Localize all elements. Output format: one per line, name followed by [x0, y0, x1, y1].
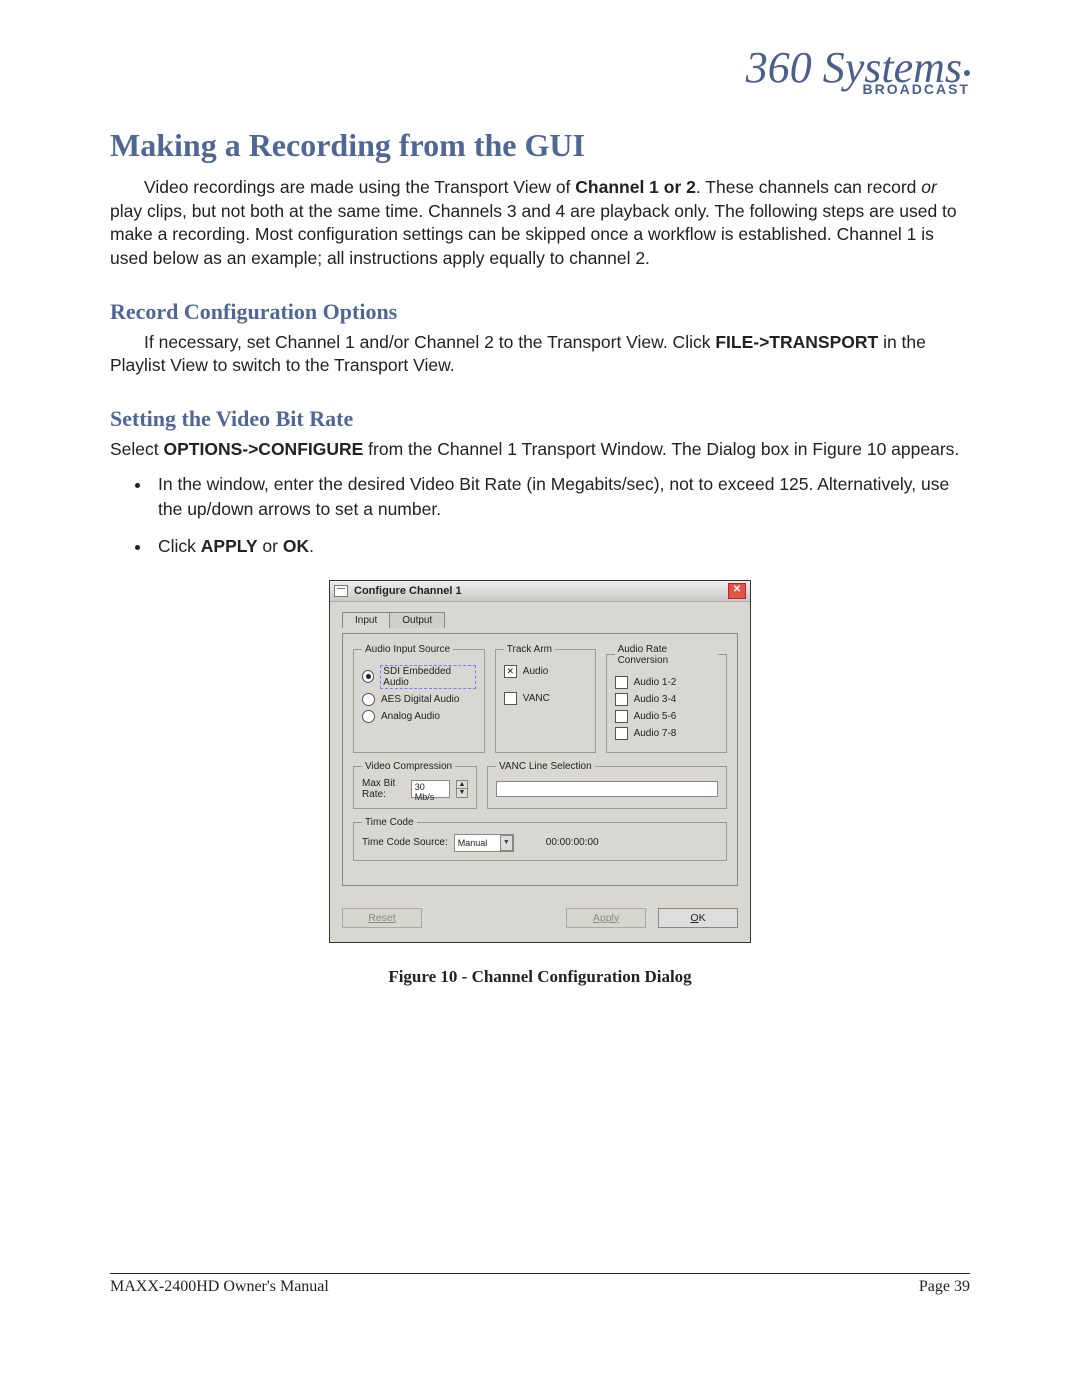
bitrate-spinner[interactable]: ▲ ▼ — [456, 780, 468, 798]
page-title: Making a Recording from the GUI — [110, 127, 970, 164]
group-audio-rate-conversion: Audio Rate Conversion Audio 1-2 Audio 3-… — [606, 644, 727, 753]
timecode-source-dropdown[interactable]: Manual ▼ — [454, 834, 514, 852]
document-page: 360 Systems BROADCAST Making a Recording… — [0, 0, 1080, 1330]
radio-aes-digital[interactable]: AES Digital Audio — [362, 693, 476, 706]
dialog-button-bar: Reset Apply OK — [330, 894, 750, 942]
footer-left: MAXX-2400HD Owner's Manual — [110, 1278, 329, 1296]
close-icon[interactable]: ✕ — [728, 583, 746, 599]
timecode-display: 00:00:00:00 — [546, 837, 599, 848]
bitrate-paragraph: Select OPTIONS->CONFIGURE from the Chann… — [110, 438, 970, 462]
section-bitrate: Setting the Video Bit Rate — [110, 406, 970, 432]
checkbox-icon — [504, 665, 517, 678]
group-track-arm: Track Arm Audio VANC — [495, 644, 596, 753]
timecode-label: Time Code Source: — [362, 837, 448, 848]
radio-dot-icon — [362, 670, 374, 683]
group-video-compression: Video Compression Max Bit Rate: 30 Mb/s … — [353, 761, 477, 809]
bullet-2: Click APPLY or OK. — [152, 534, 970, 559]
logo-script: 360 Systems — [110, 50, 970, 85]
checkbox-icon — [615, 693, 628, 706]
bitrate-input[interactable]: 30 Mb/s — [411, 780, 450, 798]
figure-caption: Figure 10 - Channel Configuration Dialog — [110, 967, 970, 987]
timecode-row: Time Code Source: Manual ▼ 00:00:00:00 — [362, 834, 718, 852]
checkbox-icon — [615, 710, 628, 723]
checkbox-icon — [615, 727, 628, 740]
radio-dot-icon — [362, 710, 375, 723]
group-time-code: Time Code Time Code Source: Manual ▼ 00:… — [353, 817, 727, 861]
radio-dot-icon — [362, 693, 375, 706]
bitrate-row: Max Bit Rate: 30 Mb/s ▲ ▼ — [362, 778, 468, 800]
check-audio-1-2[interactable]: Audio 1-2 — [615, 676, 718, 689]
page-footer: MAXX-2400HD Owner's Manual Page 39 — [110, 1273, 970, 1296]
spinner-down-icon[interactable]: ▼ — [457, 789, 467, 797]
chevron-down-icon: ▼ — [500, 835, 513, 851]
brand-logo: 360 Systems BROADCAST — [110, 50, 970, 97]
configure-channel-dialog: Configure Channel 1 ✕ Input Output Audio… — [329, 580, 751, 943]
intro-paragraph: Video recordings are made using the Tran… — [110, 176, 970, 271]
dialog-titlebar[interactable]: Configure Channel 1 ✕ — [330, 581, 750, 602]
bitrate-label: Max Bit Rate: — [362, 778, 405, 800]
tab-input[interactable]: Input — [342, 612, 390, 628]
checkbox-icon — [504, 692, 517, 705]
radio-analog-audio[interactable]: Analog Audio — [362, 710, 476, 723]
group-vanc-line-selection: VANC Line Selection — [487, 761, 727, 809]
check-vanc[interactable]: VANC — [504, 692, 587, 705]
reset-button[interactable]: Reset — [342, 908, 422, 928]
tab-panel-input: Audio Input Source SDI Embedded Audio AE… — [342, 633, 738, 886]
check-audio-5-6[interactable]: Audio 5-6 — [615, 710, 718, 723]
section-record-config: Record Configuration Options — [110, 299, 970, 325]
dialog-tabs: Input Output — [342, 612, 738, 628]
tab-output[interactable]: Output — [389, 612, 445, 628]
dialog-title-text: Configure Channel 1 — [354, 585, 462, 597]
checkbox-icon — [615, 676, 628, 689]
bullet-1: In the window, enter the desired Video B… — [152, 472, 970, 523]
check-audio-7-8[interactable]: Audio 7-8 — [615, 727, 718, 740]
check-audio[interactable]: Audio — [504, 665, 587, 678]
ok-button[interactable]: OK — [658, 908, 738, 928]
apply-button[interactable]: Apply — [566, 908, 646, 928]
check-audio-3-4[interactable]: Audio 3-4 — [615, 693, 718, 706]
dialog-body: Input Output Audio Input Source SDI Embe… — [330, 602, 750, 894]
footer-right: Page 39 — [919, 1278, 970, 1296]
window-icon — [334, 585, 348, 597]
spinner-up-icon[interactable]: ▲ — [457, 781, 467, 790]
logo-dot-icon — [964, 70, 970, 76]
group-audio-input-source: Audio Input Source SDI Embedded Audio AE… — [353, 644, 485, 753]
bitrate-bullets: In the window, enter the desired Video B… — [152, 472, 970, 560]
vanc-line-input[interactable] — [496, 781, 718, 797]
radio-sdi-embedded[interactable]: SDI Embedded Audio — [362, 665, 476, 689]
record-config-paragraph: If necessary, set Channel 1 and/or Chann… — [110, 331, 970, 378]
